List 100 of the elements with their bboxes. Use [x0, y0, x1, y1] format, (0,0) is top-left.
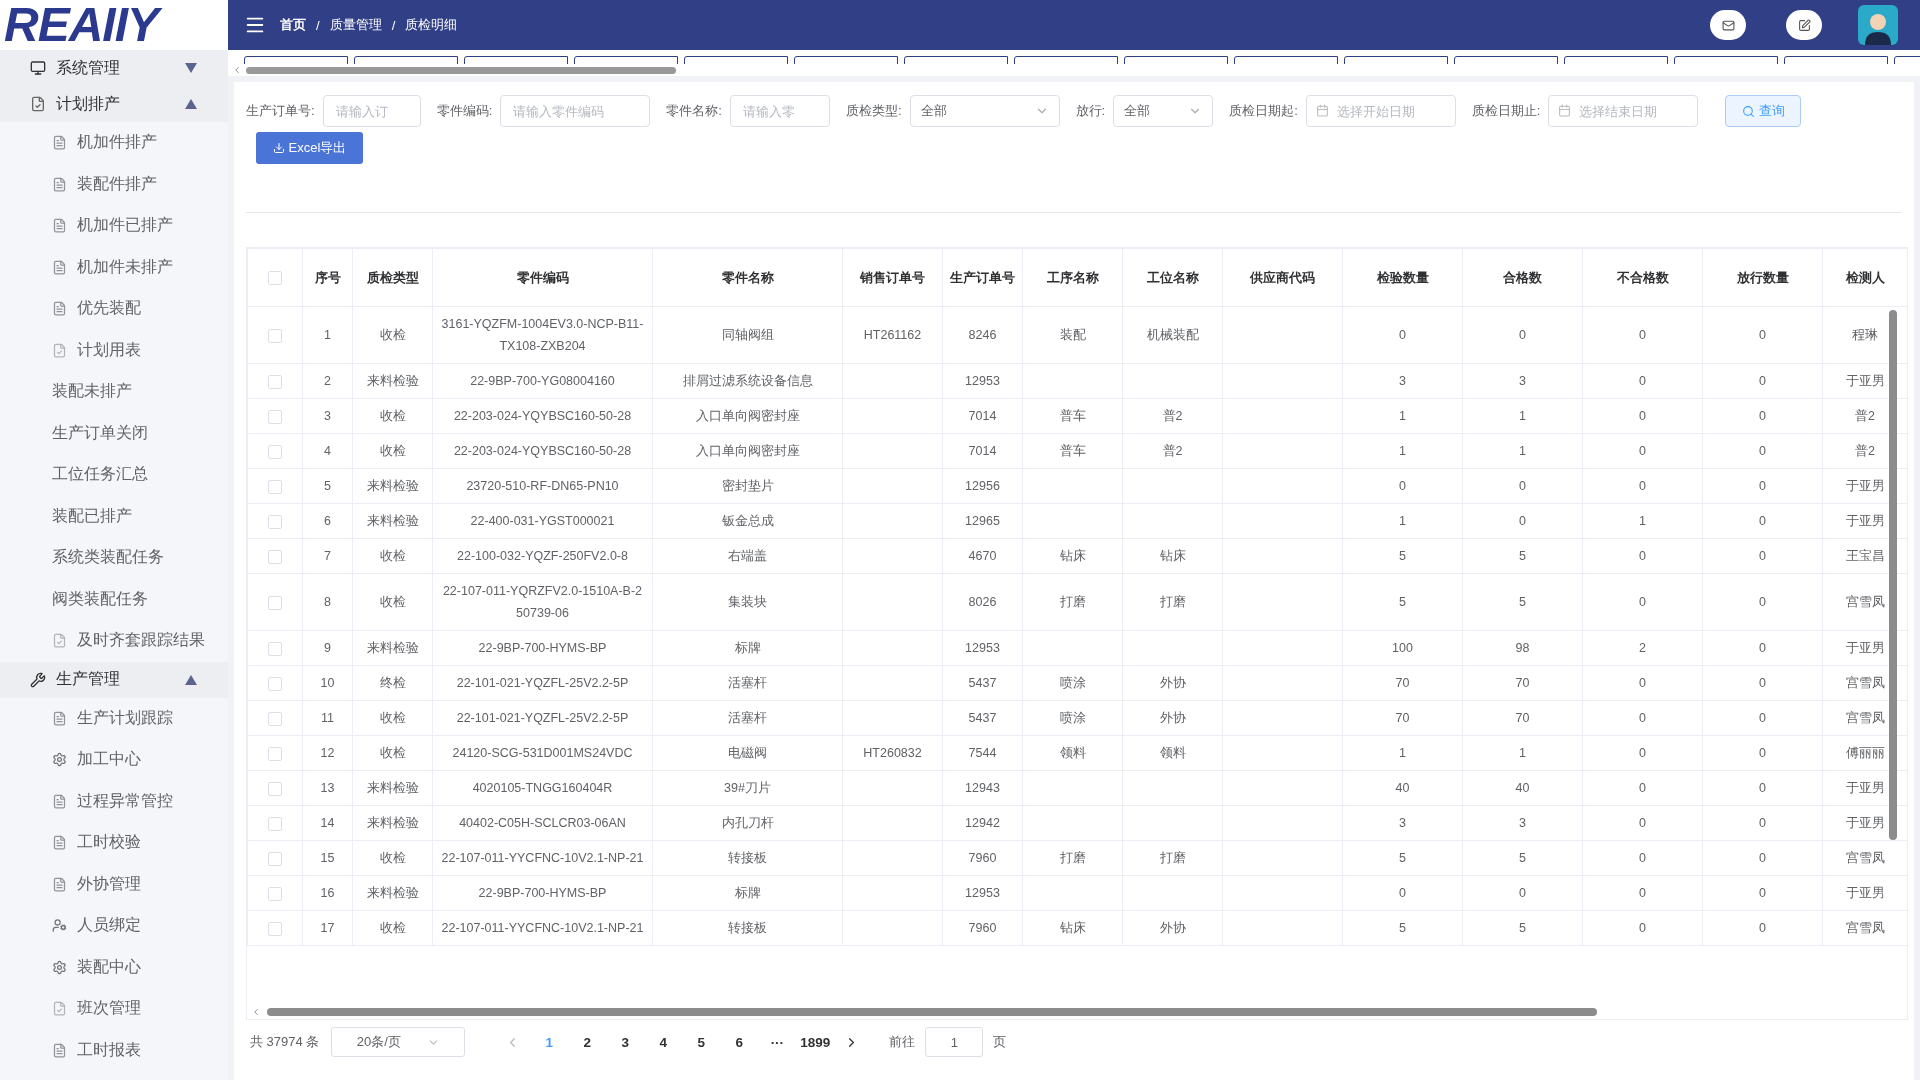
sidebar-item[interactable]: 加工中心: [0, 739, 228, 781]
avatar[interactable]: [1858, 5, 1898, 45]
table-cell: 0: [1702, 538, 1823, 574]
checkbox[interactable]: [268, 816, 282, 831]
page-link[interactable]: 5: [682, 1034, 721, 1050]
table-cell: 打磨: [1122, 573, 1223, 631]
sidebar-group[interactable]: 系统管理: [0, 50, 228, 86]
table-cell: 4670: [942, 538, 1023, 574]
scroll-left-icon[interactable]: [251, 1006, 261, 1017]
table-cell: 12953: [942, 630, 1023, 666]
breadcrumb-link[interactable]: 首页: [280, 16, 306, 34]
page-link[interactable]: 1899: [796, 1034, 835, 1050]
checkbox[interactable]: [268, 595, 282, 610]
sidebar-item[interactable]: 装配已排产: [0, 495, 228, 537]
collapse-icon: [184, 98, 198, 110]
table-cell: 收检: [352, 735, 433, 771]
table-cell: 普车: [1022, 433, 1123, 469]
table-cell: 70: [1342, 700, 1463, 736]
sidebar-item[interactable]: 机加件已排产: [0, 205, 228, 247]
checkbox[interactable]: [268, 549, 282, 564]
sidebar-item[interactable]: 生产订单关闭: [0, 412, 228, 454]
table-cell: 0: [1702, 910, 1823, 946]
horizontal-scrollbar-thumb[interactable]: [267, 1007, 1597, 1016]
column-header: 不合格数: [1582, 248, 1703, 307]
sidebar-item[interactable]: 工时报表: [0, 1029, 228, 1071]
page-number-field[interactable]: 1: [925, 1027, 984, 1057]
checkbox[interactable]: [268, 444, 282, 459]
checkbox[interactable]: [268, 641, 282, 656]
column-header: 生产订单号: [942, 248, 1023, 307]
checkbox[interactable]: [268, 746, 282, 761]
table-cell: 22-203-024-YQYBSC160-50-28: [432, 433, 653, 469]
table-cell: 9: [302, 630, 353, 666]
checkbox[interactable]: [268, 374, 282, 389]
date-field[interactable]: 选择开始日期: [1305, 95, 1456, 127]
page-link[interactable]: ···: [758, 1034, 797, 1050]
checkbox[interactable]: [268, 851, 282, 866]
sidebar-item[interactable]: 生产计划跟踪: [0, 697, 228, 739]
checkbox[interactable]: [268, 886, 282, 901]
input-field[interactable]: 请输入零件编码: [500, 95, 651, 127]
table-cell: 12953: [942, 363, 1023, 399]
edit-button[interactable]: [1786, 10, 1822, 40]
table-cell: 标牌: [652, 875, 843, 911]
page-link[interactable]: 6: [720, 1034, 759, 1050]
sidebar-item[interactable]: 计划用表: [0, 329, 228, 371]
sidebar-group[interactable]: 计划排产: [0, 86, 228, 122]
table-cell: 0: [1462, 468, 1583, 504]
page-link[interactable]: 4: [644, 1034, 683, 1050]
checkbox[interactable]: [268, 781, 282, 796]
sidebar-item[interactable]: 及时齐套跟踪结果: [0, 620, 228, 662]
page-size-select[interactable]: 20条/页: [331, 1027, 466, 1057]
sidebar-item[interactable]: 工位任务汇总: [0, 454, 228, 496]
table-cell: 转接板: [652, 910, 843, 946]
table-cell: 来料检验: [352, 468, 433, 504]
input-field[interactable]: 请输入零: [729, 95, 830, 127]
table-cell: 来料检验: [352, 805, 433, 841]
sidebar-item[interactable]: 系统类装配任务: [0, 537, 228, 579]
select-field[interactable]: 全部: [909, 95, 1060, 127]
checkbox[interactable]: [268, 479, 282, 494]
page-link[interactable]: 3: [606, 1034, 645, 1050]
sidebar-item[interactable]: 机加件未排产: [0, 246, 228, 288]
table-cell: 同轴阀组: [652, 306, 843, 364]
checkbox[interactable]: [268, 921, 282, 936]
checkbox[interactable]: [268, 328, 282, 343]
table-cell: 40: [1462, 770, 1583, 806]
input-field[interactable]: 请输入订: [322, 95, 421, 127]
export-button[interactable]: Excel导出: [256, 132, 363, 164]
sidebar-item[interactable]: 班次管理: [0, 988, 228, 1030]
sidebar-item[interactable]: 机加件排产: [0, 122, 228, 164]
sidebar-group[interactable]: 生产管理: [0, 661, 228, 698]
scroll-left-icon[interactable]: [232, 65, 242, 75]
mail-button[interactable]: [1710, 10, 1746, 40]
table-cell: 22-101-021-YQZFL-25V2.2-5P: [432, 700, 653, 736]
checkbox[interactable]: [268, 676, 282, 691]
checkbox[interactable]: [268, 409, 282, 424]
column-header: 检测人: [1822, 248, 1907, 307]
select-field[interactable]: 全部: [1113, 95, 1214, 127]
table-cell: 0: [1582, 468, 1703, 504]
checkbox[interactable]: [268, 514, 282, 529]
sidebar-item[interactable]: 工时校验: [0, 822, 228, 864]
checkbox[interactable]: [268, 271, 282, 286]
document-icon: [52, 1042, 67, 1058]
checkbox[interactable]: [268, 711, 282, 726]
page-link[interactable]: 2: [568, 1034, 607, 1050]
table-cell: 0: [1702, 503, 1823, 539]
sidebar-item[interactable]: 优先装配: [0, 288, 228, 330]
table-cell: 5: [1342, 840, 1463, 876]
sidebar-item[interactable]: 阀类装配任务: [0, 578, 228, 620]
filter-label: 零件名称:: [666, 102, 722, 120]
vertical-scrollbar-thumb[interactable]: [1889, 310, 1897, 840]
date-field[interactable]: 选择结束日期: [1548, 95, 1699, 127]
breadcrumb-link[interactable]: 质量管理: [329, 16, 382, 34]
scrollbar-thumb[interactable]: [246, 66, 676, 74]
sidebar-item[interactable]: 外协管理: [0, 863, 228, 905]
sidebar-item[interactable]: 装配件排产: [0, 163, 228, 205]
sidebar-item[interactable]: 过程异常管控: [0, 780, 228, 822]
sidebar-item[interactable]: 装配中心: [0, 946, 228, 988]
column-header: 检验数量: [1342, 248, 1463, 307]
breadcrumb-link[interactable]: 质检明细: [405, 16, 458, 34]
sidebar-item[interactable]: 人员绑定: [0, 905, 228, 947]
sidebar-item[interactable]: 装配未排产: [0, 371, 228, 413]
